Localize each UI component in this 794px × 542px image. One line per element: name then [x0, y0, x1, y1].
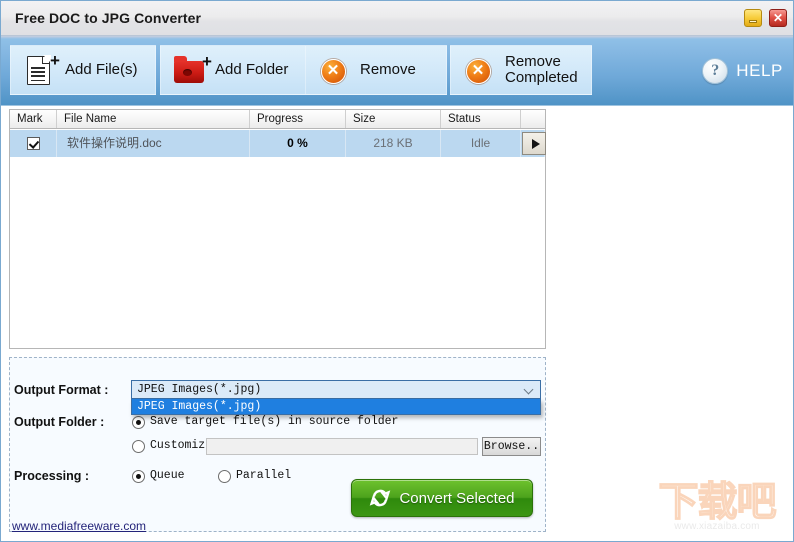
column-header-filename[interactable]: File Name [57, 110, 250, 128]
row-convert-play-button[interactable] [522, 132, 546, 155]
radio-save-in-source-folder-label[interactable]: Save target file(s) in source folder [150, 415, 398, 428]
watermark: 下载吧 www.xiazaiba.com [649, 479, 785, 537]
remove-button[interactable]: ✕ Remove [305, 45, 447, 95]
output-format-dropdown-list[interactable]: JPEG Images(*.jpg) [131, 399, 541, 415]
close-icon: ✕ [772, 11, 784, 25]
row-mark-cell [10, 130, 57, 157]
row-progress: 0 % [250, 130, 346, 157]
application-window: Free DOC to JPG Converter ✕ + Add File(s… [0, 0, 794, 542]
add-folder-icon: + [171, 51, 212, 89]
watermark-logo: 下载吧 [658, 479, 777, 525]
website-link[interactable]: www.mediafreeware.com [12, 519, 146, 533]
row-filename: 软件操作说明.doc [57, 130, 250, 157]
add-folder-label: Add Folder [215, 61, 289, 79]
minimize-icon [749, 20, 757, 23]
column-header-mark[interactable]: Mark [10, 110, 57, 128]
row-status: Idle [441, 130, 521, 157]
close-button[interactable]: ✕ [769, 9, 787, 27]
question-mark-icon: ? [702, 58, 729, 84]
add-files-button[interactable]: + Add File(s) [10, 45, 156, 95]
watermark-url: www.xiazaiba.com [674, 521, 760, 532]
radio-parallel-label[interactable]: Parallel [236, 469, 291, 482]
convert-selected-label: Convert Selected [399, 489, 515, 507]
radio-queue[interactable] [132, 470, 145, 483]
remove-x-icon: ✕ [316, 51, 356, 89]
help-button[interactable]: ? HELP [702, 58, 783, 84]
minimize-button[interactable] [744, 9, 762, 27]
radio-customize-folder-label[interactable]: Customize [150, 439, 212, 452]
table-row[interactable]: 软件操作说明.doc 0 % 218 KB Idle [10, 130, 546, 157]
plus-icon: + [202, 52, 212, 71]
output-format-value: JPEG Images(*.jpg) [137, 383, 262, 396]
title-bar: Free DOC to JPG Converter ✕ [1, 1, 793, 36]
add-files-label: Add File(s) [65, 61, 138, 79]
column-header-status[interactable]: Status [441, 110, 521, 128]
remove-completed-button[interactable]: ✕ Remove Completed [450, 45, 592, 95]
help-label: HELP [736, 61, 783, 80]
remove-label: Remove [360, 61, 416, 79]
chevron-down-icon [525, 386, 534, 395]
remove-completed-label: Remove Completed [505, 53, 578, 86]
column-header-size[interactable]: Size [346, 110, 441, 128]
window-title: Free DOC to JPG Converter [15, 10, 202, 26]
radio-queue-label[interactable]: Queue [150, 469, 185, 482]
convert-refresh-icon [369, 487, 391, 509]
column-header-action[interactable] [521, 110, 545, 128]
convert-selected-button[interactable]: Convert Selected [351, 479, 533, 517]
add-folder-button[interactable]: + Add Folder [160, 45, 312, 95]
toolbar: + Add File(s) + Add Folder ✕ Remove ✕ Re… [1, 36, 793, 106]
output-format-label: Output Format : [14, 383, 109, 397]
row-size: 218 KB [346, 130, 441, 157]
output-format-select[interactable]: JPEG Images(*.jpg) [131, 380, 541, 399]
radio-parallel[interactable] [218, 470, 231, 483]
dropdown-option-jpeg[interactable]: JPEG Images(*.jpg) [132, 399, 540, 414]
add-file-icon: + [21, 51, 61, 89]
processing-label: Processing : [14, 469, 90, 483]
customize-path-input[interactable] [206, 438, 478, 455]
output-folder-label: Output Folder : [14, 415, 105, 429]
radio-customize-folder[interactable] [132, 440, 145, 453]
column-header-progress[interactable]: Progress [250, 110, 346, 128]
browse-button[interactable]: Browse.. [482, 437, 541, 456]
file-list-header: Mark File Name Progress Size Status [9, 109, 546, 129]
remove-completed-x-icon: ✕ [461, 51, 501, 89]
radio-save-in-source-folder[interactable] [132, 416, 145, 429]
plus-icon: + [50, 51, 60, 70]
row-checkbox[interactable] [26, 137, 40, 151]
